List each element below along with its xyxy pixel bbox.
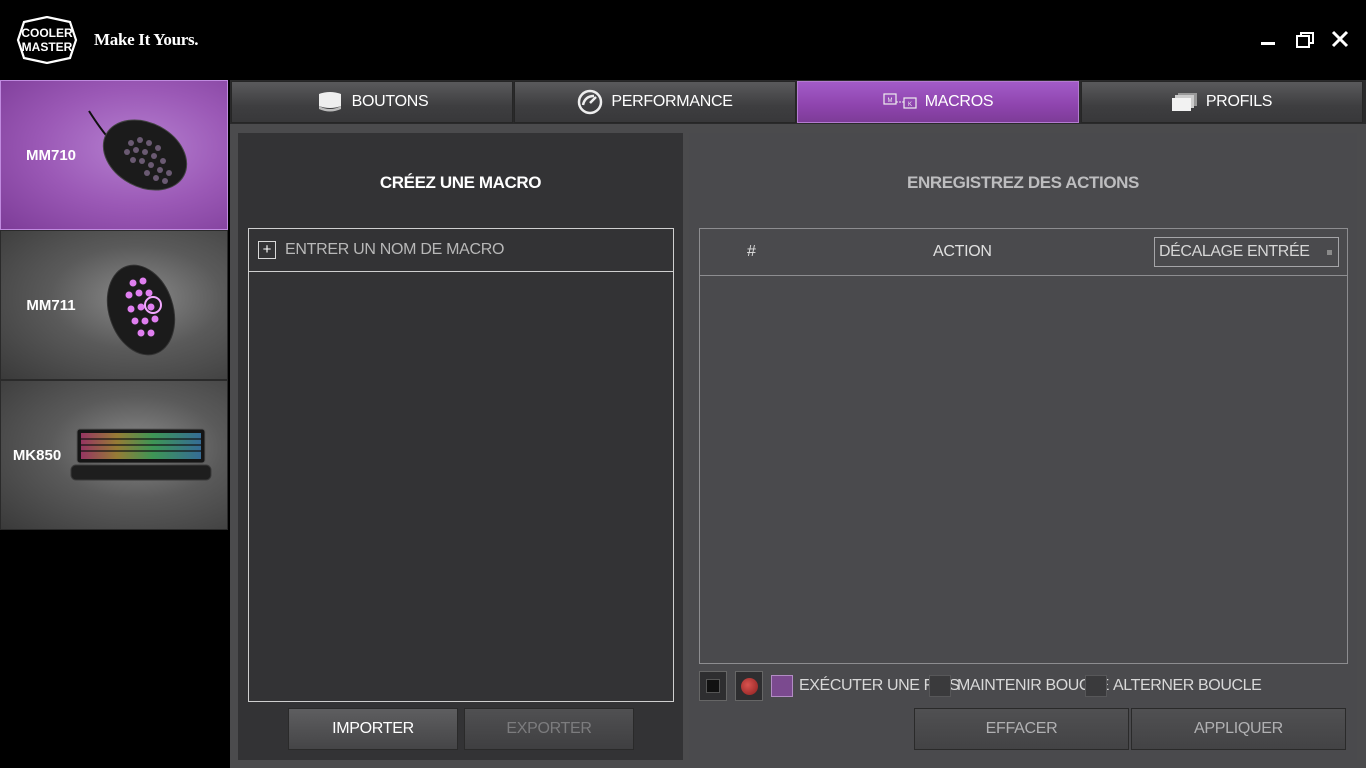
record-icon xyxy=(741,678,758,695)
device-mm710[interactable]: MM710 xyxy=(0,80,228,230)
stop-button[interactable] xyxy=(699,671,727,701)
hold-loop-checkbox[interactable] xyxy=(929,675,951,697)
column-action-header: ACTION xyxy=(933,243,992,260)
keyboard-mk850-image xyxy=(69,425,215,490)
clear-button[interactable]: EFFACER xyxy=(914,708,1129,750)
toggle-loop-label: ALTERNER BOUCLE xyxy=(1113,677,1262,694)
macro-name-row: + xyxy=(249,229,673,272)
stop-icon xyxy=(706,679,720,693)
create-macro-title: CRÉEZ UNE MACRO xyxy=(379,173,542,192)
macro-list: + xyxy=(248,228,674,702)
actions-table-header: # ACTION DÉCALAGE ENTRÉE xyxy=(700,229,1347,276)
run-once-checkbox[interactable] xyxy=(771,675,793,697)
mouse-mm710-image xyxy=(83,103,198,203)
recording-controls: EXÉCUTER UNE FOIS MAINTENIR BOUCLE ALTER… xyxy=(699,671,1339,703)
input-delay-label: DÉCALAGE ENTRÉE xyxy=(1159,243,1310,260)
cooler-master-logo: COOLER MASTER xyxy=(16,15,78,65)
tab-label: PERFORMANCE xyxy=(611,93,733,110)
svg-text:MASTER: MASTER xyxy=(22,40,73,54)
tab-performance[interactable]: PERFORMANCE xyxy=(514,81,796,123)
svg-text:K: K xyxy=(908,102,912,108)
tagline: Make It Yours. xyxy=(94,30,199,49)
device-mm711[interactable]: MM711 xyxy=(0,230,228,380)
apply-button[interactable]: APPLIQUER xyxy=(1131,708,1346,750)
close-icon[interactable] xyxy=(1328,28,1352,52)
mouse-icon xyxy=(318,92,341,112)
add-macro-button[interactable]: + xyxy=(258,241,276,259)
main-area: BOUTONS PERFORMANCE M K MACROS PROFILS C… xyxy=(230,80,1366,768)
column-number-header: # xyxy=(747,243,756,260)
svg-text:COOLER: COOLER xyxy=(21,26,73,40)
dropdown-indicator-icon xyxy=(1327,250,1332,255)
toggle-loop-checkbox[interactable] xyxy=(1085,675,1107,697)
record-actions-title: ENREGISTREZ DES ACTIONS xyxy=(907,173,1139,192)
title-bar: COOLER MASTER Make It Yours. xyxy=(0,0,1366,80)
profiles-stack-icon xyxy=(1171,93,1197,111)
svg-text:M: M xyxy=(887,98,892,104)
device-label: MK850 xyxy=(12,447,62,464)
create-macro-panel: CRÉEZ UNE MACRO + IMPORTER EXPORTER xyxy=(238,133,683,760)
input-delay-select[interactable]: DÉCALAGE ENTRÉE xyxy=(1154,237,1339,267)
macro-keys-icon: M K xyxy=(883,93,917,109)
actions-table: # ACTION DÉCALAGE ENTRÉE xyxy=(699,228,1348,664)
export-button[interactable]: EXPORTER xyxy=(464,708,634,750)
tab-label: PROFILS xyxy=(1205,93,1273,110)
tab-label: MACROS xyxy=(924,93,994,110)
tab-boutons[interactable]: BOUTONS xyxy=(231,81,513,123)
gauge-icon xyxy=(578,89,603,115)
device-mk850[interactable]: MK850 xyxy=(0,380,228,530)
record-button[interactable] xyxy=(735,671,763,701)
record-actions-panel: ENREGISTREZ DES ACTIONS # ACTION DÉCALAG… xyxy=(689,133,1357,760)
tab-profils[interactable]: PROFILS xyxy=(1081,81,1363,123)
restore-icon[interactable] xyxy=(1293,28,1317,52)
minimize-icon[interactable] xyxy=(1256,28,1280,52)
device-sidebar: MM710 MM711 MK850 xyxy=(0,80,228,768)
device-label: MM711 xyxy=(26,297,76,314)
tab-label: BOUTONS xyxy=(351,93,429,110)
tab-bar: BOUTONS PERFORMANCE M K MACROS PROFILS xyxy=(230,80,1366,124)
mouse-mm711-image xyxy=(91,255,191,370)
macro-name-input[interactable] xyxy=(285,237,665,263)
tab-macros[interactable]: M K MACROS xyxy=(797,81,1079,123)
import-button[interactable]: IMPORTER xyxy=(288,708,458,750)
